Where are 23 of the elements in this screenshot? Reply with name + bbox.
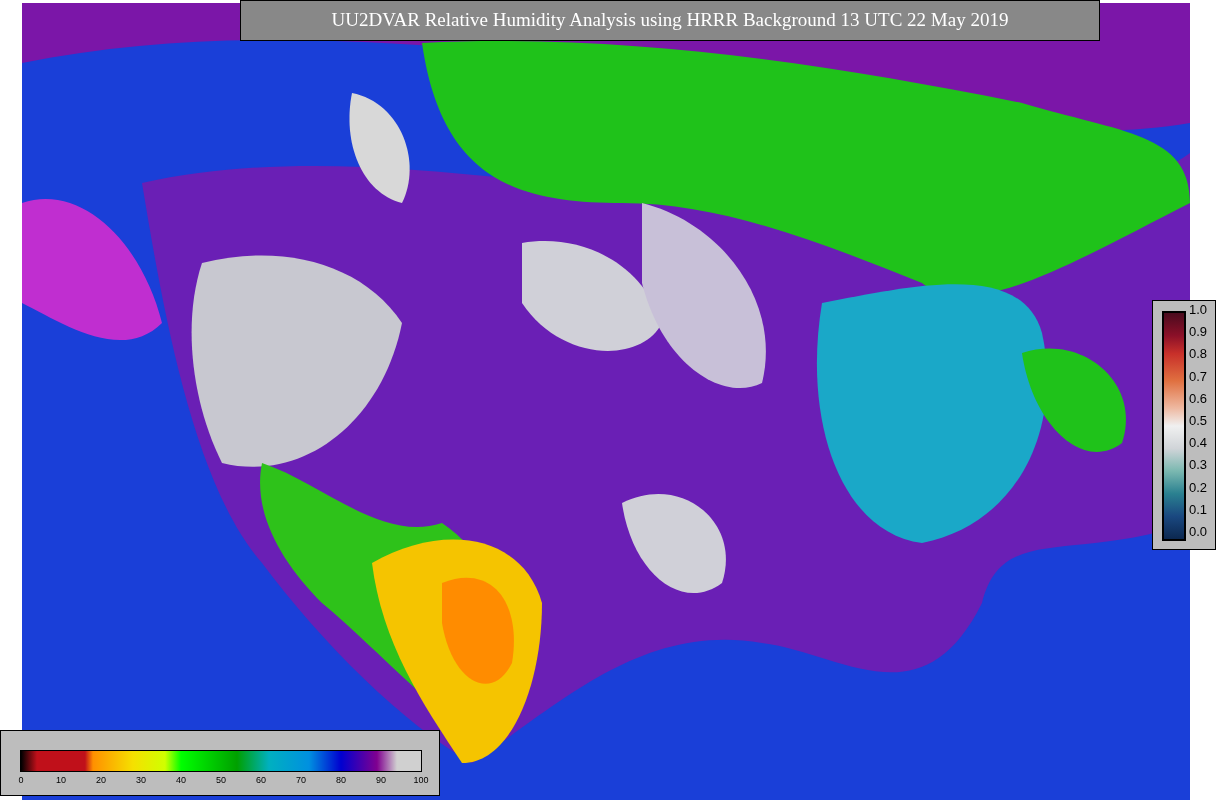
tick-label: 0.3 <box>1189 457 1208 474</box>
tick-label: 0.6 <box>1189 390 1208 407</box>
tick-label: 0.8 <box>1189 346 1208 363</box>
tick-label: 40 <box>176 775 186 786</box>
tick-label: 0.9 <box>1189 324 1208 341</box>
tick-label: 30 <box>136 775 146 786</box>
tick-label: 0.7 <box>1189 368 1208 385</box>
tick-label: 90 <box>376 775 386 786</box>
tick-label: 0 <box>18 775 24 786</box>
tick-label: 0.4 <box>1189 435 1208 452</box>
tick-label: 100 <box>413 775 429 786</box>
map-title: UU2DVAR Relative Humidity Analysis using HRRR Background 13 UTC 22 May 2019 <box>331 8 1009 33</box>
tick-label: 0.2 <box>1189 479 1208 496</box>
tick-label: 80 <box>336 775 346 786</box>
tick-label: 0.5 <box>1189 412 1208 429</box>
tick-label: 0.0 <box>1189 523 1208 540</box>
tick-label: 20 <box>96 775 106 786</box>
tick-label: 10 <box>56 775 66 786</box>
tick-label: 60 <box>256 775 266 786</box>
tick-label: 50 <box>216 775 226 786</box>
tick-label: 70 <box>296 775 306 786</box>
tick-label: 1.0 <box>1189 302 1208 318</box>
tick-label: 0.1 <box>1189 501 1208 518</box>
